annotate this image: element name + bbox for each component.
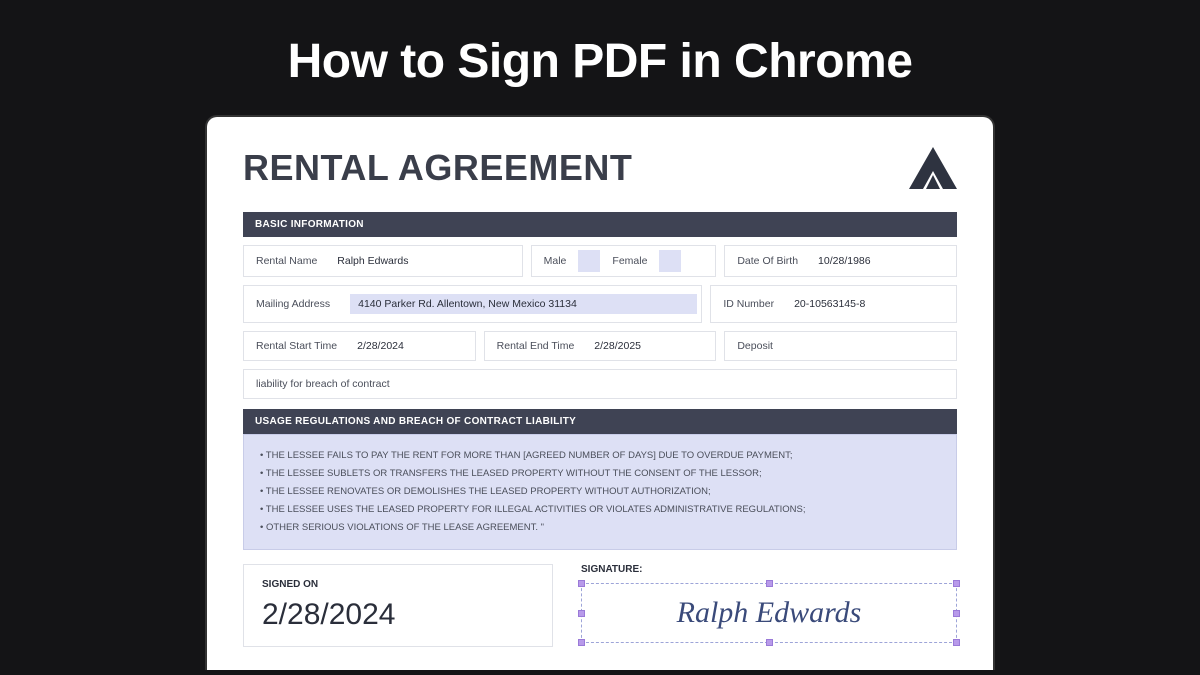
- end-time-field: Rental End Time 2/28/2025: [484, 331, 717, 361]
- signature-value: Ralph Edwards: [677, 596, 862, 630]
- resize-handle[interactable]: [766, 580, 773, 587]
- regulation-item: THE LESSEE USES THE LEASED PROPERTY FOR …: [260, 501, 940, 519]
- end-value: 2/28/2025: [594, 340, 641, 352]
- resize-handle[interactable]: [953, 580, 960, 587]
- male-checkbox[interactable]: [578, 250, 600, 272]
- female-checkbox[interactable]: [659, 250, 681, 272]
- dob-value: 10/28/1986: [818, 255, 871, 267]
- regulation-item: THE LESSEE FAILS TO PAY THE RENT FOR MOR…: [260, 447, 940, 465]
- section-regulations-header: USAGE REGULATIONS AND BREACH OF CONTRACT…: [243, 409, 957, 434]
- signed-on-label: SIGNED ON: [262, 579, 534, 590]
- gender-field: Male Female: [531, 245, 717, 277]
- signed-on-date: 2/28/2024: [262, 598, 534, 632]
- document-title: RENTAL AGREEMENT: [243, 147, 632, 189]
- id-value: 20-10563145-8: [794, 298, 865, 310]
- resize-handle[interactable]: [953, 639, 960, 646]
- regulation-item: THE LESSEE SUBLETS OR TRANSFERS THE LEAS…: [260, 465, 940, 483]
- signature-box[interactable]: Ralph Edwards: [581, 583, 957, 643]
- liability-field: liability for breach of contract: [243, 369, 957, 399]
- signed-on-box: SIGNED ON 2/28/2024: [243, 564, 553, 647]
- document-preview: RENTAL AGREEMENT BASIC INFORMATION Renta…: [205, 115, 995, 670]
- id-label: ID Number: [723, 298, 774, 310]
- dob-label: Date Of Birth: [737, 255, 798, 267]
- rental-name-value: Ralph Edwards: [337, 255, 408, 267]
- start-label: Rental Start Time: [256, 340, 337, 352]
- logo-icon: [909, 147, 957, 194]
- regulation-item: THE LESSEE RENOVATES OR DEMOLISHES THE L…: [260, 483, 940, 501]
- resize-handle[interactable]: [578, 639, 585, 646]
- resize-handle[interactable]: [578, 580, 585, 587]
- regulations-list: THE LESSEE FAILS TO PAY THE RENT FOR MOR…: [243, 434, 957, 550]
- female-label: Female: [612, 255, 647, 267]
- deposit-field: Deposit: [724, 331, 957, 361]
- resize-handle[interactable]: [953, 610, 960, 617]
- start-time-field: Rental Start Time 2/28/2024: [243, 331, 476, 361]
- dob-field: Date Of Birth 10/28/1986: [724, 245, 957, 277]
- end-label: Rental End Time: [497, 340, 575, 352]
- resize-handle[interactable]: [766, 639, 773, 646]
- start-value: 2/28/2024: [357, 340, 404, 352]
- male-label: Male: [544, 255, 567, 267]
- signature-label: SIGNATURE:: [581, 564, 957, 575]
- regulation-item: OTHER SERIOUS VIOLATIONS OF THE LEASE AG…: [260, 519, 940, 537]
- mailing-label: Mailing Address: [256, 298, 330, 310]
- mailing-value: 4140 Parker Rd. Allentown, New Mexico 31…: [350, 294, 697, 314]
- rental-name-label: Rental Name: [256, 255, 317, 267]
- resize-handle[interactable]: [578, 610, 585, 617]
- mailing-field: Mailing Address 4140 Parker Rd. Allentow…: [243, 285, 702, 323]
- page-title: How to Sign PDF in Chrome: [0, 0, 1200, 89]
- section-basic-header: BASIC INFORMATION: [243, 212, 957, 237]
- id-field: ID Number 20-10563145-8: [710, 285, 957, 323]
- rental-name-field: Rental Name Ralph Edwards: [243, 245, 523, 277]
- deposit-label: Deposit: [737, 340, 773, 352]
